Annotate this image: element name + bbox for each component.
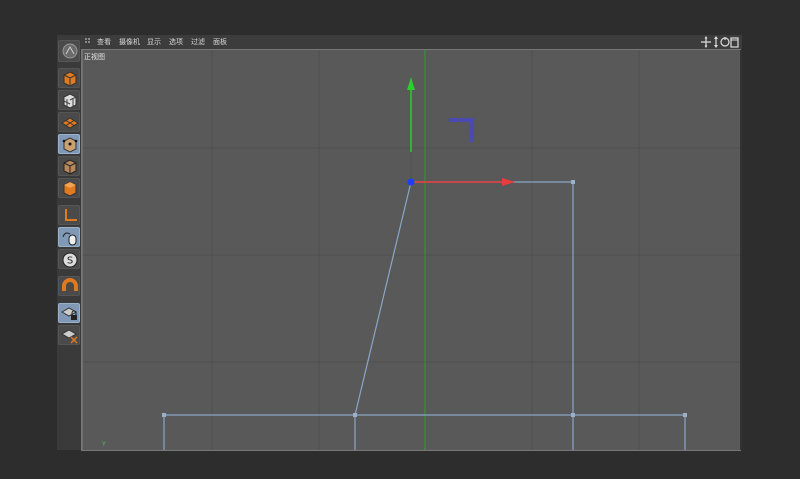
svg-text:S: S [67,256,73,267]
grid-planar-icon [61,329,78,344]
tool-lock-workplane[interactable] [58,303,80,323]
selected-point[interactable] [407,178,415,186]
polygon-cube-icon [63,181,77,197]
tool-solo-mode[interactable]: S [58,249,80,269]
menu-options[interactable]: 选项 [169,36,183,48]
tool-points-mode[interactable] [58,134,80,154]
tool-snap[interactable] [58,276,80,296]
points-cube-icon [62,137,78,153]
menu-filter[interactable]: 过滤 [191,36,205,48]
tool-model-mode[interactable] [58,68,80,88]
lock-grid-icon [61,307,78,320]
move-view-icon[interactable] [701,36,711,48]
front-viewport[interactable]: 正视图 Y [81,49,741,451]
menu-panel[interactable]: 面板 [213,36,227,48]
axis-indicator-y: Y [102,441,106,448]
grip-icon[interactable] [85,38,92,45]
grid-plane-icon [61,117,79,129]
tool-axis-mode[interactable] [58,205,80,225]
undo-view-button[interactable] [58,40,80,62]
viewport-canvas[interactable] [82,50,740,450]
tool-texture-mode[interactable] [58,90,80,110]
magnet-icon [62,278,78,291]
tool-workplane-mode[interactable] [58,112,80,132]
menu-display[interactable]: 显示 [147,36,161,48]
move-gizmo[interactable] [407,77,515,186]
viewport-menubar: 查看 摄像机 显示 选项 过滤 面板 [82,35,742,50]
cube-icon [63,71,77,87]
menu-camera[interactable]: 摄像机 [119,36,140,48]
gizmo-plane-handle-icon[interactable] [449,118,474,142]
view-navigation-icons [701,36,739,48]
viewport-right-edge [740,50,742,450]
tool-edges-mode[interactable] [58,156,80,176]
camera-icon [62,43,78,59]
zoom-view-icon[interactable] [714,36,718,48]
edges-cube-icon [63,159,77,175]
tool-tweak-mode[interactable] [58,227,80,247]
mode-toolbar: S [57,35,81,450]
rotate-view-icon[interactable] [720,37,730,47]
checker-cube-icon [63,93,77,109]
mouse-icon [62,232,77,246]
gizmo-y-arrow-icon[interactable] [407,77,415,90]
tool-polygons-mode[interactable] [58,178,80,198]
solo-icon: S [62,252,78,268]
view-label: 正视图 [84,53,105,61]
tool-planar-workplane[interactable] [58,325,80,345]
menu-view[interactable]: 查看 [97,36,111,48]
maximize-view-icon[interactable] [730,37,739,48]
axis-icon [65,209,77,221]
gizmo-x-arrow-icon[interactable] [502,178,515,186]
